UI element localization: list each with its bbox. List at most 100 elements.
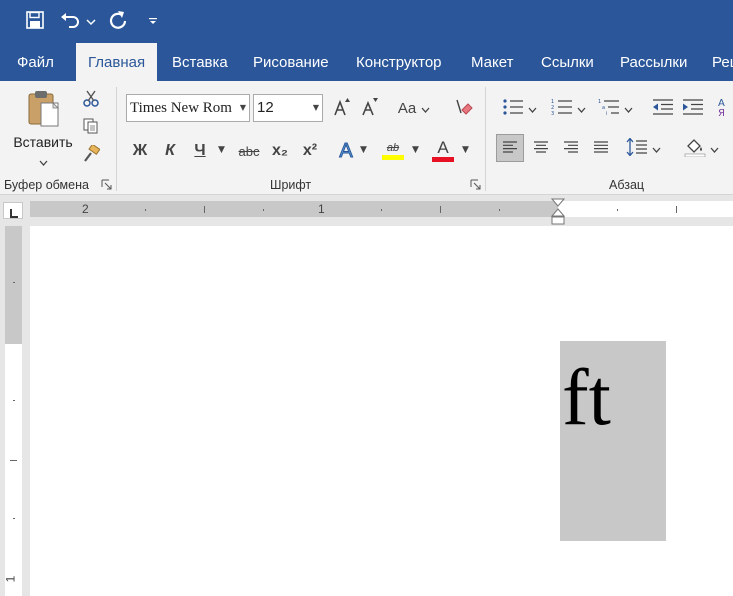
ruler-number: 2 bbox=[82, 202, 89, 216]
bold-button[interactable]: Ж bbox=[128, 138, 152, 164]
tab-insert[interactable]: Вставка bbox=[172, 42, 228, 81]
underline-button[interactable]: Ч bbox=[188, 138, 212, 164]
group-separator bbox=[485, 87, 486, 191]
subscript-button[interactable]: x₂ bbox=[268, 138, 292, 164]
cut-button[interactable] bbox=[80, 88, 102, 110]
svg-text:1: 1 bbox=[598, 99, 601, 105]
paint-bucket-icon bbox=[684, 137, 706, 160]
underline-dropdown[interactable]: ▼ bbox=[218, 145, 225, 155]
left-tab-icon bbox=[10, 206, 18, 221]
align-left-icon bbox=[502, 140, 518, 156]
highlight-dropdown[interactable]: ▼ bbox=[412, 145, 419, 155]
ruler-tick bbox=[381, 209, 382, 211]
ruler-tick bbox=[10, 460, 17, 461]
clipboard-launcher[interactable] bbox=[101, 178, 113, 190]
copy-button[interactable] bbox=[80, 116, 102, 138]
paste-label: Вставить bbox=[13, 134, 73, 150]
save-icon bbox=[26, 10, 44, 32]
customize-qat-button[interactable] bbox=[144, 8, 162, 34]
chevron-down-icon: ▼ bbox=[312, 103, 319, 112]
svg-text:a: a bbox=[602, 105, 605, 111]
font-size-combo[interactable]: 12 ▼ bbox=[253, 94, 323, 122]
ribbon-tabs: Файл Главная Вставка Рисование Конструкт… bbox=[0, 42, 733, 81]
ruler-tick bbox=[440, 206, 441, 213]
ruler-number: 1 bbox=[318, 202, 325, 216]
font-color-dropdown[interactable]: ▼ bbox=[462, 145, 469, 155]
shrink-font-button[interactable] bbox=[358, 94, 382, 122]
paste-button[interactable]: Вставить bbox=[8, 87, 78, 171]
ruler-tick bbox=[13, 400, 15, 401]
document-text[interactable]: ft bbox=[562, 353, 611, 443]
justify-icon bbox=[593, 140, 609, 156]
line-spacing-button[interactable] bbox=[622, 134, 664, 162]
font-color-label: A bbox=[437, 138, 449, 157]
indent-marker[interactable] bbox=[550, 198, 566, 229]
tab-references[interactable]: Ссылки bbox=[541, 42, 594, 81]
decrease-indent-button[interactable] bbox=[650, 94, 676, 122]
tab-layout[interactable]: Макет bbox=[471, 42, 513, 81]
text-effects-button[interactable]: A bbox=[334, 138, 358, 164]
clipboard-group-label: Буфер обмена bbox=[4, 178, 89, 192]
decrease-indent-icon bbox=[652, 98, 674, 119]
scissors-icon bbox=[82, 89, 100, 110]
ruler-number: 1 bbox=[3, 575, 18, 583]
justify-button[interactable] bbox=[588, 134, 614, 162]
svg-text:Я: Я bbox=[718, 108, 725, 117]
ruler-tick bbox=[676, 206, 677, 213]
grow-font-icon bbox=[333, 97, 351, 120]
redo-button[interactable] bbox=[106, 8, 130, 34]
font-size-value: 12 bbox=[257, 99, 274, 116]
sort-button[interactable]: AЯ bbox=[716, 94, 733, 122]
font-name-combo[interactable]: Times New Rom ▼ bbox=[126, 94, 250, 122]
multilevel-list-button[interactable]: 1ai bbox=[594, 94, 636, 122]
svg-text:i: i bbox=[606, 111, 607, 116]
dialog-launcher-icon bbox=[101, 178, 112, 193]
ribbon: Вставить Буфер обмена Times New Rom ▼ 12… bbox=[0, 81, 733, 195]
tab-file[interactable]: Файл bbox=[17, 42, 54, 81]
highlight-button[interactable]: ab bbox=[380, 138, 406, 164]
ruler-tick bbox=[204, 206, 205, 213]
clear-formatting-button[interactable] bbox=[450, 94, 476, 122]
highlight-label: ab bbox=[386, 142, 400, 154]
font-color-button[interactable]: A bbox=[430, 138, 456, 164]
font-color-swatch bbox=[432, 157, 454, 162]
tab-review[interactable]: Рец bbox=[712, 42, 733, 81]
chevron-down-icon bbox=[624, 101, 633, 116]
undo-button[interactable] bbox=[58, 8, 82, 34]
strikethrough-button[interactable]: abc bbox=[234, 138, 264, 164]
tab-draw[interactable]: Рисование bbox=[253, 42, 329, 81]
redo-icon bbox=[108, 10, 128, 33]
copy-icon bbox=[82, 117, 100, 138]
tab-design[interactable]: Конструктор bbox=[356, 42, 442, 81]
highlight-color-swatch bbox=[382, 155, 404, 160]
tab-home[interactable]: Главная bbox=[76, 43, 158, 81]
bullets-button[interactable] bbox=[496, 94, 542, 122]
customize-qat-icon bbox=[148, 14, 158, 29]
line-spacing-icon bbox=[626, 137, 648, 159]
superscript-button[interactable]: x² bbox=[298, 138, 322, 164]
change-case-button[interactable]: Aa bbox=[394, 94, 434, 122]
numbering-button[interactable]: 123 bbox=[548, 94, 588, 122]
numbering-icon: 123 bbox=[551, 98, 573, 119]
align-right-button[interactable] bbox=[558, 134, 584, 162]
font-launcher[interactable] bbox=[470, 178, 482, 190]
chevron-down-icon bbox=[528, 101, 537, 116]
format-painter-button[interactable] bbox=[80, 143, 102, 166]
italic-button[interactable]: К bbox=[158, 138, 182, 164]
shading-button[interactable] bbox=[680, 134, 722, 162]
tab-mailings[interactable]: Рассылки bbox=[620, 42, 687, 81]
text-effects-dropdown[interactable]: ▼ bbox=[360, 145, 367, 155]
tab-selector[interactable] bbox=[3, 202, 23, 219]
increase-indent-button[interactable] bbox=[680, 94, 706, 122]
chevron-down-icon: ▼ bbox=[239, 103, 246, 112]
eraser-icon bbox=[453, 97, 473, 120]
align-left-button[interactable] bbox=[496, 134, 524, 162]
shrink-font-icon bbox=[361, 97, 379, 120]
align-center-button[interactable] bbox=[528, 134, 554, 162]
grow-font-button[interactable] bbox=[330, 94, 354, 122]
save-button[interactable] bbox=[24, 8, 46, 34]
undo-icon bbox=[60, 11, 80, 32]
font-group-label: Шрифт bbox=[270, 178, 312, 192]
undo-dropdown[interactable] bbox=[84, 8, 98, 34]
ruler-tick bbox=[617, 209, 618, 211]
